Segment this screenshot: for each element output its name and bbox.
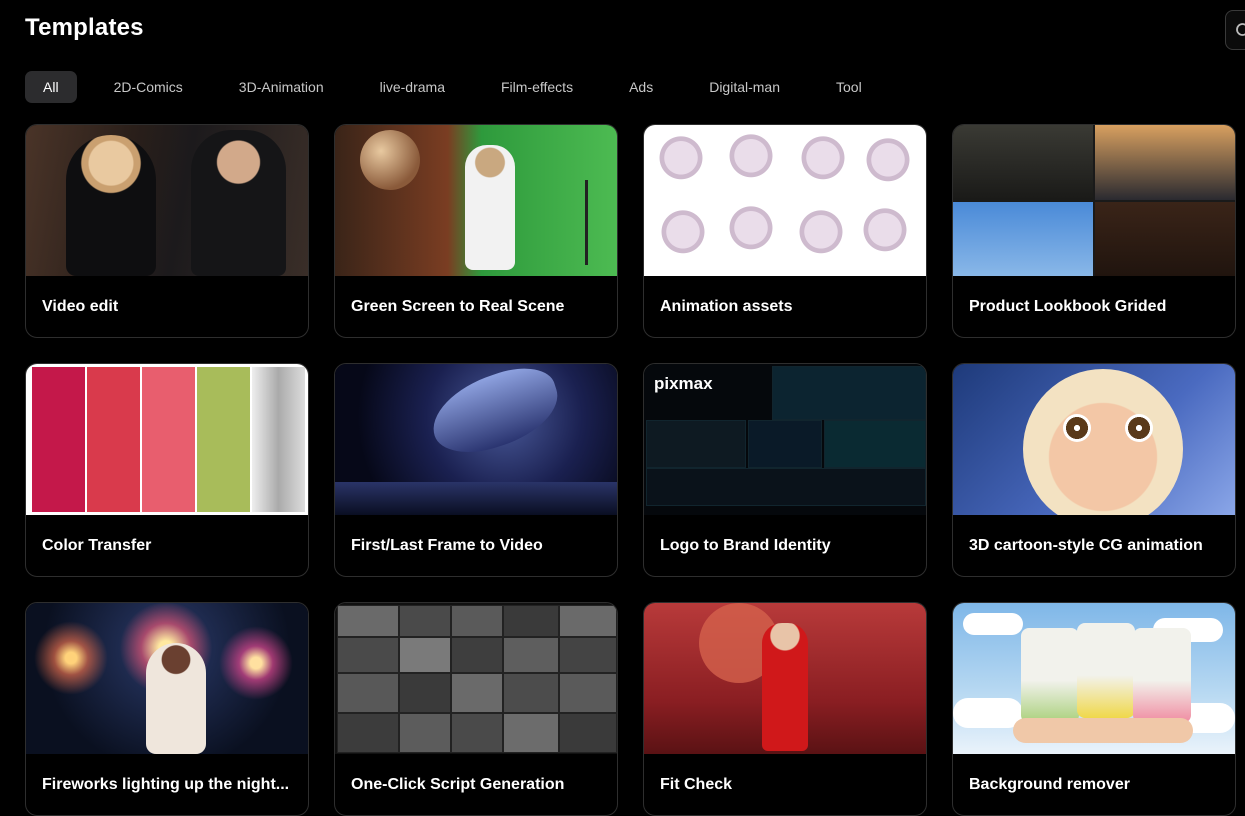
template-thumbnail	[953, 603, 1235, 754]
template-thumbnail	[644, 125, 926, 276]
search-button[interactable]	[1225, 10, 1245, 50]
template-card-logo-brand[interactable]: pixmax Logo to Brand Identity	[643, 363, 927, 577]
template-title: First/Last Frame to Video	[351, 537, 543, 554]
color-swatch	[32, 367, 85, 512]
template-card-product-lookbook[interactable]: Product Lookbook Grided	[952, 124, 1236, 338]
template-thumbnail	[644, 603, 926, 754]
template-title: 3D cartoon-style CG animation	[969, 537, 1203, 554]
template-card-background-remover[interactable]: Background remover	[952, 602, 1236, 816]
tab-all[interactable]: All	[25, 71, 77, 103]
template-title: Video edit	[42, 298, 119, 315]
template-card-green-screen[interactable]: Green Screen to Real Scene	[334, 124, 618, 338]
tab-digital-man[interactable]: Digital-man	[690, 71, 799, 103]
template-thumbnail	[335, 364, 617, 515]
template-thumbnail	[335, 603, 617, 754]
template-card-fireworks[interactable]: Fireworks lighting up the night...	[25, 602, 309, 816]
brand-logo: pixmax	[654, 374, 713, 393]
template-thumbnail: pixmax	[644, 364, 926, 515]
template-thumbnail	[335, 125, 617, 276]
tab-ads[interactable]: Ads	[610, 71, 672, 103]
template-grid: Video edit Green Screen to Real Scene An…	[25, 124, 1236, 816]
template-card-video-edit[interactable]: Video edit	[25, 124, 309, 338]
tab-2d-comics[interactable]: 2D-Comics	[95, 71, 202, 103]
tab-3d-animation[interactable]: 3D-Animation	[220, 71, 343, 103]
template-title: Product Lookbook Grided	[969, 298, 1167, 315]
tab-tool[interactable]: Tool	[817, 71, 881, 103]
template-title: Color Transfer	[42, 537, 152, 554]
template-title: Fit Check	[660, 776, 733, 793]
template-title: One-Click Script Generation	[351, 776, 565, 793]
template-card-fit-check[interactable]: Fit Check	[643, 602, 927, 816]
category-tabs: All 2D-Comics 3D-Animation live-drama Fi…	[25, 71, 899, 103]
template-title: Background remover	[969, 776, 1130, 793]
template-title: Fireworks lighting up the night...	[42, 776, 290, 793]
template-thumbnail	[26, 125, 308, 276]
tab-live-drama[interactable]: live-drama	[361, 71, 464, 103]
color-swatch	[197, 367, 250, 512]
template-thumbnail	[26, 364, 308, 515]
color-swatch	[142, 367, 195, 512]
template-card-3d-cartoon[interactable]: 3D cartoon-style CG animation	[952, 363, 1236, 577]
template-card-animation-assets[interactable]: Animation assets	[643, 124, 927, 338]
template-title: Green Screen to Real Scene	[351, 298, 565, 315]
template-title: Logo to Brand Identity	[660, 537, 831, 554]
template-card-first-last-frame[interactable]: First/Last Frame to Video	[334, 363, 618, 577]
color-swatch	[87, 367, 140, 512]
template-card-script-generation[interactable]: One-Click Script Generation	[334, 602, 618, 816]
color-swatch	[252, 367, 305, 512]
tab-film-effects[interactable]: Film-effects	[482, 71, 592, 103]
template-card-color-transfer[interactable]: Color Transfer	[25, 363, 309, 577]
page-title: Templates	[25, 14, 144, 41]
template-thumbnail	[953, 364, 1235, 515]
template-thumbnail	[953, 125, 1235, 276]
template-thumbnail	[26, 603, 308, 754]
template-title: Animation assets	[660, 298, 793, 315]
search-icon	[1236, 23, 1245, 36]
